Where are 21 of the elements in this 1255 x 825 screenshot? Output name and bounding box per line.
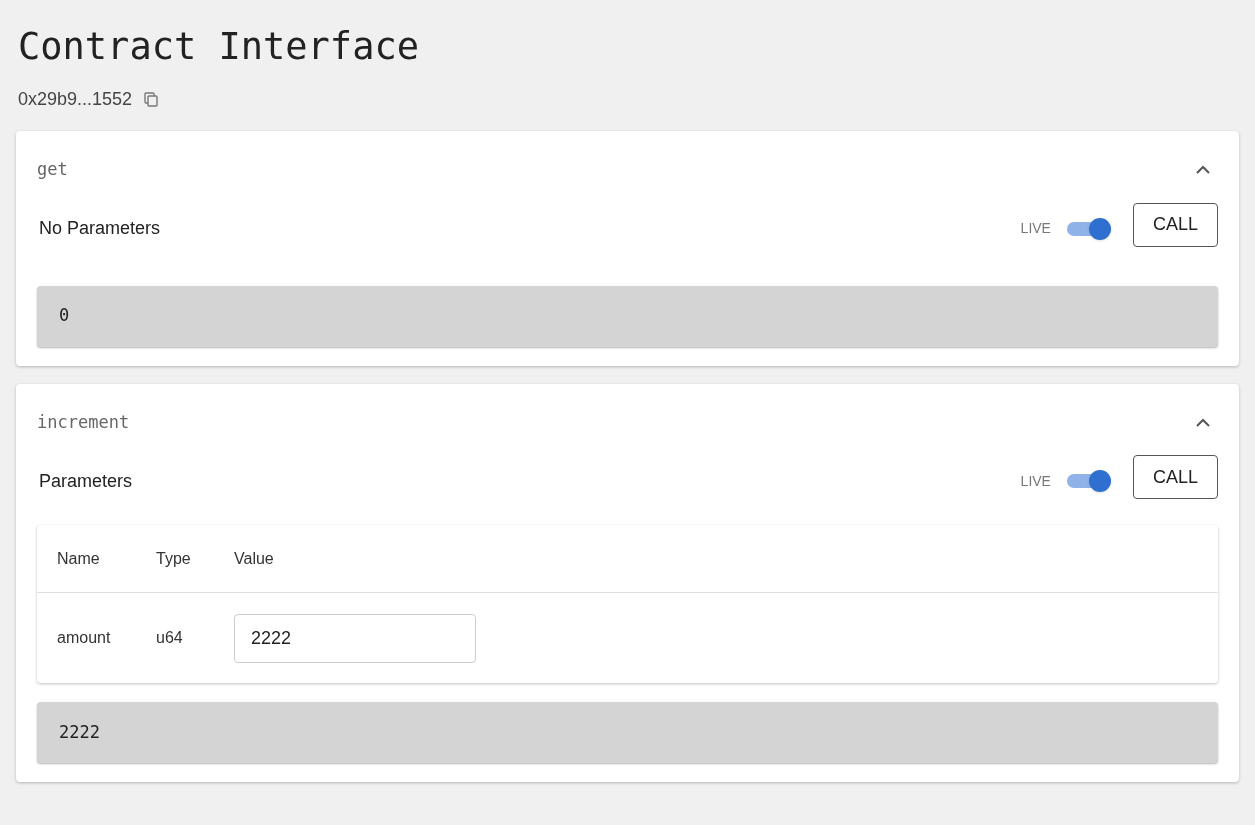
copy-icon[interactable] bbox=[144, 92, 159, 107]
chevron-up-icon[interactable] bbox=[1196, 417, 1210, 427]
live-label: LIVE bbox=[1020, 471, 1051, 491]
column-header: Name bbox=[57, 548, 101, 569]
method-name: increment bbox=[37, 410, 130, 434]
chevron-up-icon[interactable] bbox=[1196, 165, 1210, 175]
value-input[interactable]: 2222 bbox=[234, 613, 476, 663]
method-name: get bbox=[37, 158, 68, 181]
call-button[interactable]: CALL bbox=[1132, 202, 1218, 247]
table-cell-text: u64 bbox=[156, 628, 184, 648]
column-header: Value bbox=[234, 548, 274, 569]
column-header: Type bbox=[156, 548, 192, 569]
live-label: LIVE bbox=[1020, 219, 1051, 238]
contract-address: 0x29b9...1552 bbox=[18, 88, 133, 111]
output-value: 0 bbox=[59, 304, 70, 328]
call-button[interactable]: CALL bbox=[1132, 455, 1218, 499]
parameters-label: No Parameters bbox=[39, 217, 161, 240]
page-title: Contract Interface bbox=[18, 24, 420, 70]
output-value: 2222 bbox=[59, 720, 100, 744]
parameters-label: Parameters bbox=[39, 469, 133, 493]
table-cell-text: amount bbox=[57, 628, 112, 648]
